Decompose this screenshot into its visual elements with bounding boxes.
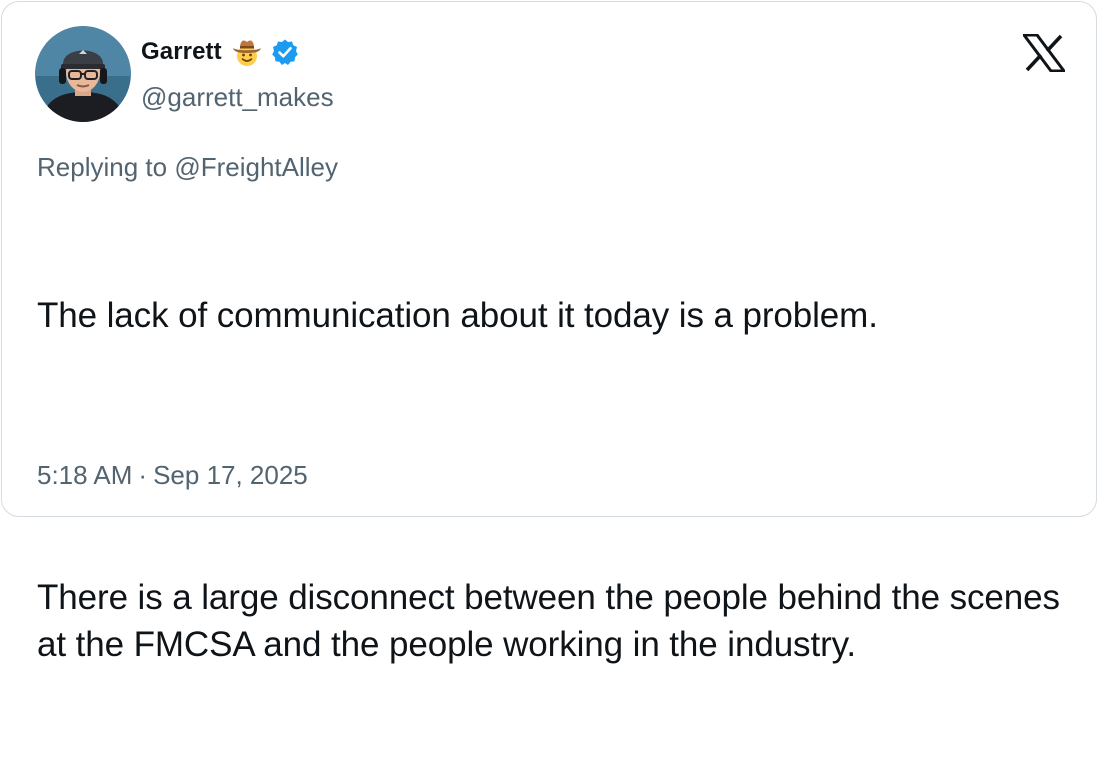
replying-to-prefix: Replying to [37, 152, 168, 182]
cowboy-hat-face-icon [230, 35, 264, 69]
tweet-date: Sep 17, 2025 [153, 460, 308, 490]
author-handle[interactable]: @garrett_makes [141, 82, 334, 113]
separator-dot: · [138, 460, 148, 490]
avatar[interactable] [35, 26, 131, 122]
x-logo-icon[interactable] [1021, 33, 1067, 73]
replying-to-line: Replying to @FreightAlley [37, 152, 338, 183]
verified-badge-icon [271, 38, 299, 66]
tweet-time: 5:18 AM [37, 460, 133, 490]
tweet-card: Garrett @garrett_makes Replying to @Frei… [1, 1, 1097, 664]
avatar-image [35, 26, 131, 122]
display-name[interactable]: Garrett [141, 38, 222, 66]
replying-to-mention[interactable]: @FreightAlley [174, 152, 338, 182]
author-name-row: Garrett [141, 34, 299, 70]
timestamp[interactable]: 5:18 AM · Sep 17, 2025 [37, 460, 308, 491]
tweet-paragraph-1: The lack of communication about it today… [37, 296, 878, 335]
tweet-paragraph-2: There is a large disconnect between the … [37, 578, 1070, 664]
